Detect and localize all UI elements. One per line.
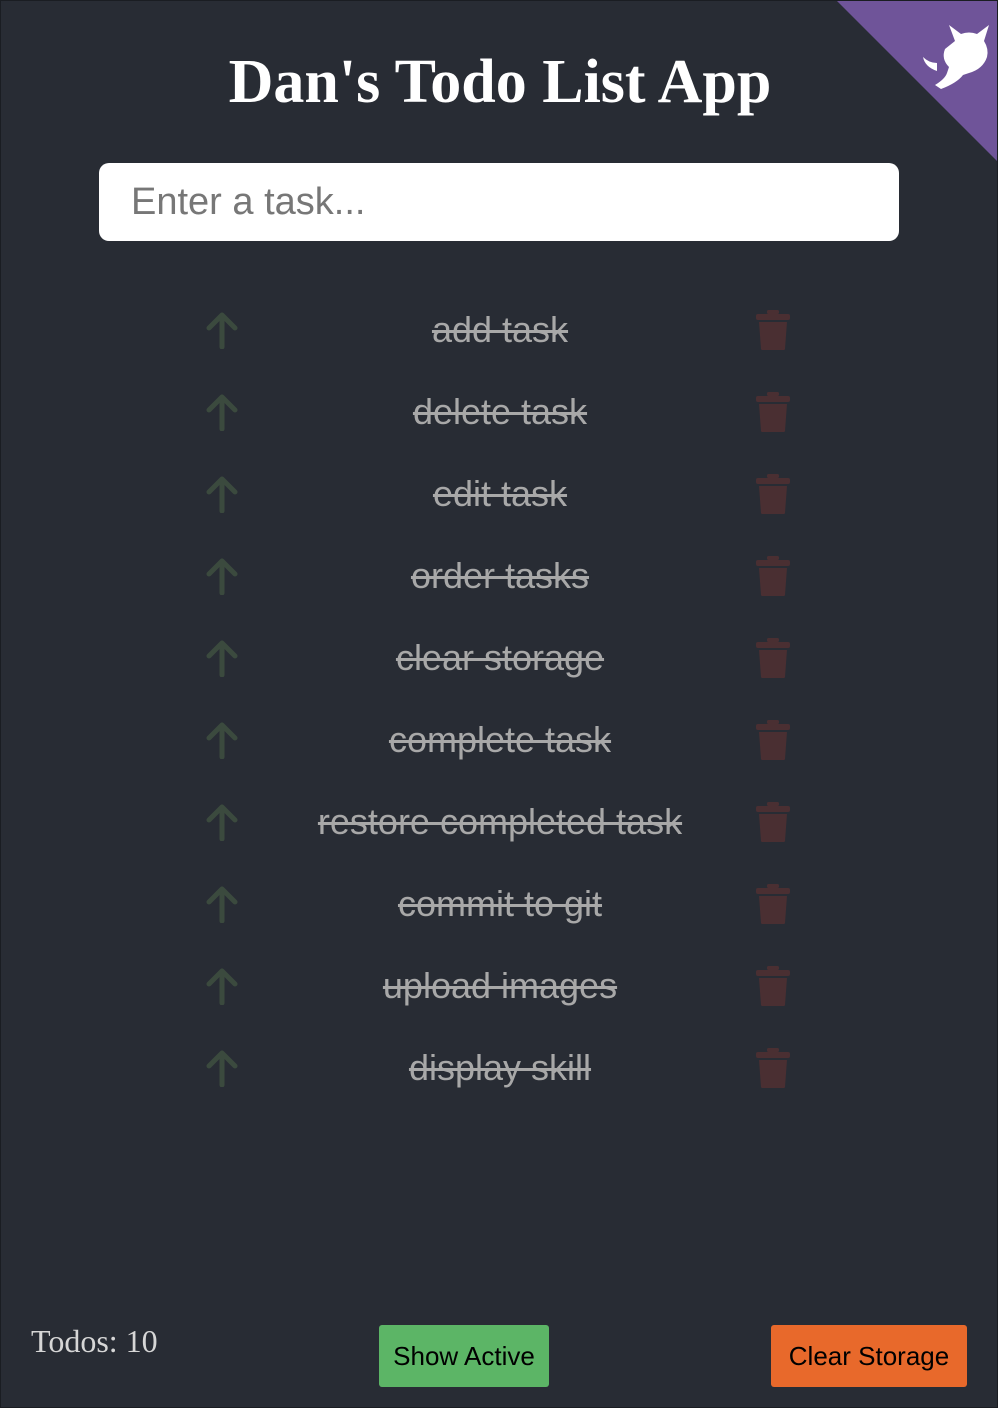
- arrow-up-icon[interactable]: [205, 721, 239, 759]
- todo-count: Todos: 10: [31, 1323, 158, 1359]
- todo-item: restore completed task: [1, 781, 998, 863]
- arrow-up-icon[interactable]: [205, 803, 239, 841]
- todo-item: commit to git: [1, 863, 998, 945]
- todo-text[interactable]: add task: [432, 309, 568, 350]
- todo-text[interactable]: commit to git: [398, 883, 602, 924]
- trash-icon[interactable]: [755, 801, 791, 843]
- todo-list: add task delete task edit task order tas…: [1, 289, 998, 1109]
- trash-icon[interactable]: [755, 719, 791, 761]
- page-title: Dan's Todo List App: [228, 48, 772, 116]
- todo-item: display skill: [1, 1027, 998, 1109]
- todo-text[interactable]: display skill: [409, 1047, 591, 1088]
- show-active-button[interactable]: Show Active: [379, 1325, 549, 1387]
- todo-item: complete task: [1, 699, 998, 781]
- arrow-up-icon[interactable]: [205, 967, 239, 1005]
- todo-item: order tasks: [1, 535, 998, 617]
- todo-item: upload images: [1, 945, 998, 1027]
- todo-app: Dan's Todo List App add task delete task: [0, 0, 998, 1408]
- trash-icon[interactable]: [755, 1047, 791, 1089]
- clear-storage-button[interactable]: Clear Storage: [771, 1325, 967, 1387]
- todo-item: edit task: [1, 453, 998, 535]
- trash-icon[interactable]: [755, 637, 791, 679]
- todo-text[interactable]: upload images: [383, 965, 617, 1006]
- arrow-up-icon[interactable]: [205, 639, 239, 677]
- arrow-up-icon[interactable]: [205, 393, 239, 431]
- todo-text[interactable]: clear storage: [396, 637, 604, 678]
- trash-icon[interactable]: [755, 473, 791, 515]
- task-input[interactable]: [99, 163, 899, 241]
- trash-icon[interactable]: [755, 309, 791, 351]
- arrow-up-icon[interactable]: [205, 557, 239, 595]
- todo-text[interactable]: delete task: [413, 391, 587, 432]
- arrow-up-icon[interactable]: [205, 311, 239, 349]
- arrow-up-icon[interactable]: [205, 885, 239, 923]
- trash-icon[interactable]: [755, 391, 791, 433]
- todo-item: delete task: [1, 371, 998, 453]
- arrow-up-icon[interactable]: [205, 1049, 239, 1087]
- trash-icon[interactable]: [755, 883, 791, 925]
- todo-text[interactable]: edit task: [433, 473, 567, 514]
- trash-icon[interactable]: [755, 555, 791, 597]
- trash-icon[interactable]: [755, 965, 791, 1007]
- arrow-up-icon[interactable]: [205, 475, 239, 513]
- todo-text[interactable]: order tasks: [411, 555, 589, 596]
- todo-item: add task: [1, 289, 998, 371]
- todo-text[interactable]: complete task: [389, 719, 611, 760]
- todo-text[interactable]: restore completed task: [318, 801, 682, 842]
- todo-item: clear storage: [1, 617, 998, 699]
